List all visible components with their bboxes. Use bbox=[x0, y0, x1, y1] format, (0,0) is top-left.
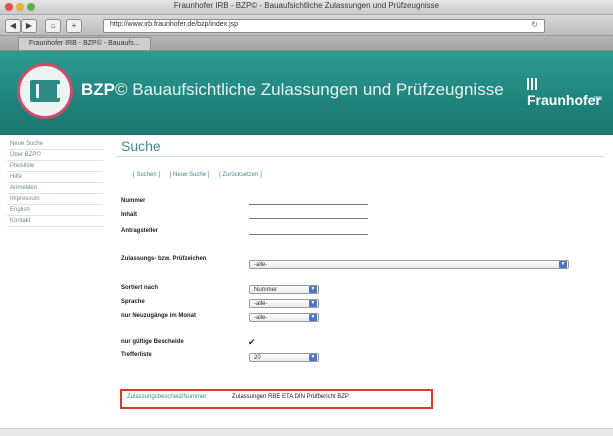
chevron-down-icon: ▼ bbox=[559, 261, 567, 268]
sidebar-item-ueber-bzp[interactable]: Über BZP© bbox=[7, 150, 103, 161]
fraunhofer-logo-text: Fraunhofer bbox=[527, 92, 601, 108]
inhalt-input[interactable] bbox=[249, 211, 368, 219]
inhalt-label: Inhalt bbox=[121, 212, 137, 218]
reload-icon[interactable]: ↻ bbox=[531, 20, 538, 29]
search-link[interactable]: [ Suchen ] bbox=[133, 172, 160, 178]
trefferliste-label: Trefferliste bbox=[121, 352, 152, 358]
sidebar-item-neue-suche[interactable]: Neue Suche bbox=[7, 139, 103, 150]
bzp-logo-icon[interactable] bbox=[17, 63, 73, 119]
tab-fraunhofer[interactable]: Fraunhofer IRB - BZP© - Bauaufs... bbox=[18, 37, 151, 50]
back-button[interactable]: ◀ bbox=[5, 19, 21, 33]
zulassungsart-select[interactable]: -alle- ▼ bbox=[249, 260, 569, 269]
neuzugaenge-label: nur Neuzugänge im Monat bbox=[121, 313, 196, 319]
chevron-down-icon: ▼ bbox=[309, 286, 317, 293]
fraunhofer-sub: IRB bbox=[594, 96, 603, 102]
trefferliste-value: 20 bbox=[254, 355, 261, 361]
add-bookmark-button[interactable]: + bbox=[66, 19, 82, 33]
address-bar[interactable]: http://www.irb.fraunhofer.de/bzp/index.j… bbox=[103, 19, 545, 33]
neuzugaenge-select[interactable]: -alle- ▼ bbox=[249, 313, 319, 322]
new-search-link[interactable]: [ Neue Suche ] bbox=[170, 172, 210, 178]
sidebar-item-impressum[interactable]: Impressum bbox=[7, 194, 103, 205]
gueltig-checkbox[interactable]: ✔ bbox=[248, 337, 256, 348]
site-brand: BZP bbox=[81, 80, 115, 99]
fraunhofer-mark-icon bbox=[527, 78, 539, 90]
logo-book-icon bbox=[30, 80, 60, 102]
browser-window: Fraunhofer IRB - BZP© - Bauaufsichtliche… bbox=[0, 0, 613, 436]
gueltig-label: nur gültige Bescheide bbox=[121, 339, 184, 345]
sortiert-value: Nummer bbox=[254, 287, 278, 293]
site-title: BZP© Bauaufsichtliche Zulassungen und Pr… bbox=[81, 80, 504, 100]
nummer-label: Nummer bbox=[121, 198, 146, 204]
forward-button[interactable]: ▶ bbox=[21, 19, 37, 33]
sprache-select[interactable]: -alle- ▼ bbox=[249, 299, 319, 308]
nummer-input[interactable] bbox=[249, 197, 368, 205]
sidebar-item-preisliste[interactable]: Preisliste bbox=[7, 161, 103, 172]
sidebar-item-anmelden[interactable]: Anmelden bbox=[7, 183, 103, 194]
page-title: Suche bbox=[121, 138, 161, 154]
home-button[interactable]: ⌂ bbox=[45, 19, 61, 33]
site-title-suffix: © Bauaufsichtliche Zulassungen und Prüfz… bbox=[115, 80, 504, 99]
zulassungsart-value: -alle- bbox=[254, 262, 268, 268]
sidebar-item-english[interactable]: English bbox=[7, 205, 103, 216]
tab-bar: Fraunhofer IRB - BZP© - Bauaufs... bbox=[0, 36, 613, 51]
sortiert-select[interactable]: Nummer ▼ bbox=[249, 285, 319, 294]
chevron-down-icon: ▼ bbox=[309, 300, 317, 307]
reset-link[interactable]: [ Zurücksetzen ] bbox=[219, 172, 262, 178]
sidebar-nav: Neue Suche Über BZP© Preisliste Hilfe An… bbox=[7, 139, 103, 227]
sprache-label: Sprache bbox=[121, 299, 145, 305]
sprache-value: -alle- bbox=[254, 301, 268, 307]
site-banner: BZP© Bauaufsichtliche Zulassungen und Pr… bbox=[0, 51, 613, 135]
chevron-down-icon: ▼ bbox=[309, 314, 317, 321]
fraunhofer-logo[interactable]: Fraunhofer bbox=[527, 76, 613, 108]
browser-toolbar: ◀ ▶ ⌂ + http://www.irb.fraunhofer.de/bzp… bbox=[0, 15, 613, 36]
chevron-down-icon: ▼ bbox=[309, 354, 317, 361]
sortiert-label: Sortiert nach bbox=[121, 285, 159, 291]
title-bar: Fraunhofer IRB - BZP© - Bauaufsichtliche… bbox=[0, 0, 613, 15]
zulassungsbescheid-link[interactable]: Zulassungsbescheid/Nummer bbox=[127, 394, 206, 400]
sidebar-item-kontakt[interactable]: Kontakt bbox=[7, 216, 103, 227]
neuzugaenge-value: -alle- bbox=[254, 315, 268, 321]
antragsteller-input[interactable] bbox=[249, 227, 368, 235]
zulassungsbescheid-text: Zulassungen RBE ETA DIN Prüfbericht BZP bbox=[232, 394, 349, 400]
heading-divider bbox=[115, 156, 605, 157]
trefferliste-select[interactable]: 20 ▼ bbox=[249, 353, 319, 362]
address-url: http://www.irb.fraunhofer.de/bzp/index.j… bbox=[110, 21, 239, 28]
search-actions: [ Suchen ] [ Neue Suche ] [ Zurücksetzen… bbox=[133, 172, 270, 178]
sidebar-item-hilfe[interactable]: Hilfe bbox=[7, 172, 103, 183]
antragsteller-label: Antragsteller bbox=[121, 228, 159, 234]
zulassungsart-label: Zulassungs- bzw. Prüfzeichen bbox=[121, 256, 207, 262]
window-title: Fraunhofer IRB - BZP© - Bauaufsichtliche… bbox=[173, 1, 440, 10]
